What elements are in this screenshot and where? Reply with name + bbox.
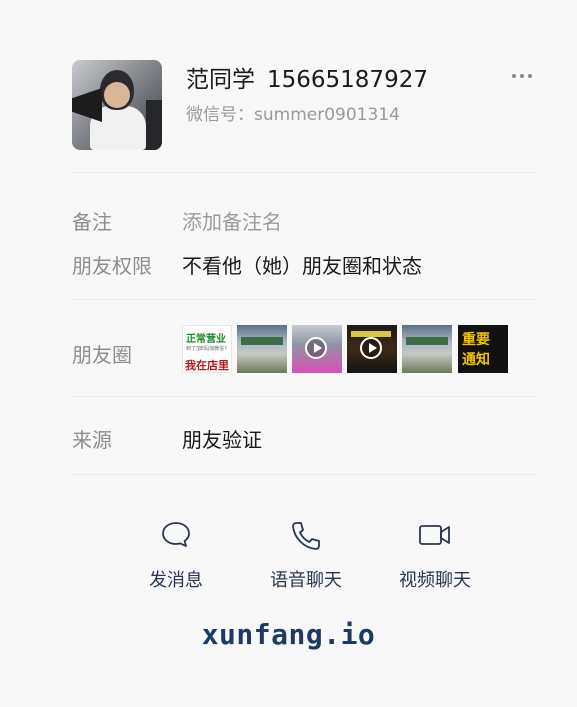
- video-call-label: 视频聊天: [399, 570, 471, 591]
- permission-label: 朋友权限: [72, 254, 152, 278]
- avatar-megaphone-shape: [72, 88, 102, 122]
- contact-name: 范同学: [186, 67, 255, 93]
- video-call-button[interactable]: 视频聊天: [390, 520, 480, 592]
- moments-thumb[interactable]: 正常营业 到了加E码加微信? 我在店里: [182, 325, 232, 373]
- source-label: 来源: [72, 428, 112, 452]
- avatar[interactable]: [72, 60, 162, 150]
- thumb-text: 重要: [462, 332, 490, 348]
- moments-thumb[interactable]: 重要 通知: [458, 325, 508, 373]
- wechat-id-label: 微信号：: [186, 105, 254, 125]
- remark-input[interactable]: 添加备注名: [182, 206, 282, 235]
- voice-call-button[interactable]: 语音聊天: [261, 520, 351, 592]
- more-icon[interactable]: [510, 68, 534, 84]
- moments-thumb[interactable]: [402, 325, 452, 373]
- moments-thumb[interactable]: [237, 325, 287, 373]
- phone-icon: [292, 522, 320, 550]
- permission-value[interactable]: 不看他（她）朋友圈和状态: [182, 250, 422, 279]
- chat-icon: [162, 522, 190, 547]
- contact-phone: 15665187927: [267, 67, 428, 93]
- moments-thumb-video[interactable]: [347, 325, 397, 373]
- play-icon: [360, 337, 382, 359]
- thumb-text: 通知: [462, 352, 490, 368]
- divider: [72, 474, 538, 475]
- source-value: 朋友验证: [182, 428, 262, 452]
- avatar-face-shape: [104, 82, 130, 108]
- watermark-text: xunfang.io: [201, 618, 376, 651]
- divider: [72, 299, 538, 300]
- divider: [72, 396, 538, 397]
- avatar-background-shape: [146, 100, 162, 150]
- contact-name-line: 范同学 15665187927: [186, 60, 428, 94]
- play-icon: [305, 337, 327, 359]
- thumb-text: 我在店里: [185, 359, 229, 372]
- send-message-button[interactable]: 发消息: [131, 520, 221, 592]
- thumb-text: 到了加E码加微信?: [186, 346, 227, 352]
- wechat-id-line: 微信号：summer0901314: [186, 100, 400, 125]
- send-message-label: 发消息: [149, 570, 203, 591]
- wechat-id-value: summer0901314: [254, 105, 400, 125]
- remark-label: 备注: [72, 210, 112, 234]
- moments-label: 朋友圈: [72, 343, 132, 367]
- divider: [72, 172, 538, 173]
- thumb-text: 正常营业: [186, 334, 226, 345]
- contact-profile-card: 范同学 15665187927 微信号：summer0901314 备注 添加备注…: [0, 0, 577, 707]
- voice-call-label: 语音聊天: [270, 570, 342, 591]
- moments-thumb-video[interactable]: [292, 325, 342, 373]
- video-icon: [419, 525, 450, 545]
